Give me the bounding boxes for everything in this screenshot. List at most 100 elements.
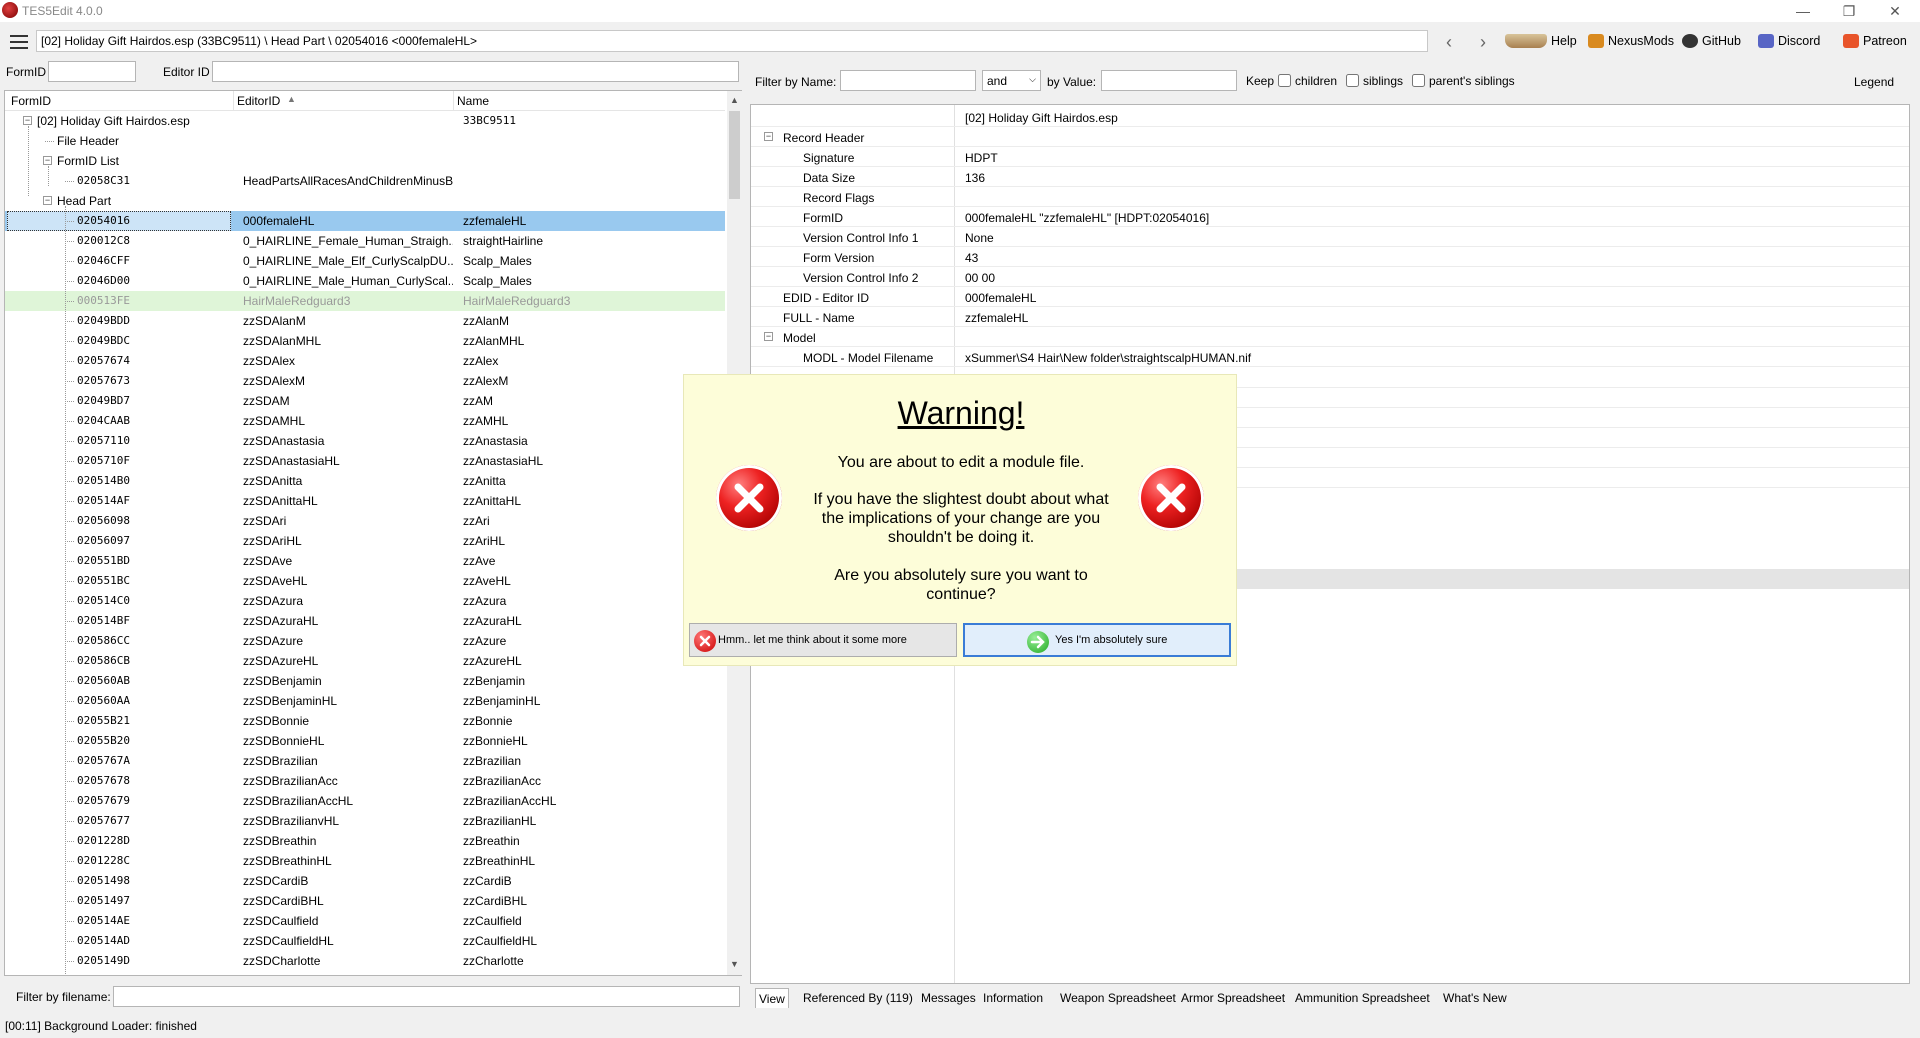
forward-arrow-icon[interactable]: › [1473,32,1493,53]
close-button[interactable]: ✕ [1872,0,1918,22]
tree-row[interactable]: 020514AF zzSDAnittaHL zzAnittaHL [5,491,725,511]
tree-row[interactable]: 020586CB zzSDAzureHL zzAzureHL [5,651,725,671]
column-divider[interactable] [233,91,234,111]
tree-row[interactable]: 02057679 zzSDBrazilianAccHL zzBrazilianAcc… [5,791,725,811]
and-or-select[interactable]: and ⌵ [982,70,1041,91]
children-checkbox[interactable] [1278,74,1291,87]
tree-row[interactable]: File Header [5,131,725,151]
tree-row[interactable]: 02057678 zzSDBrazilianAcc zzBrazilianAcc [5,771,725,791]
tree-row[interactable]: 0205710F zzSDAnastasiaHL zzAnastasiaHL [5,451,725,471]
cancel-button[interactable]: Hmm.. let me think about it some more [689,623,957,657]
tree-row[interactable]: 02056097 zzSDAriHL zzAriHL [5,531,725,551]
hamburger-menu-icon[interactable] [10,35,28,49]
tree-row[interactable]: 020012C8 0_HAIRLINE_Female_Human_Straigh.… [5,231,725,251]
restore-button[interactable]: ❐ [1826,0,1872,22]
tree-row[interactable]: 02046D00 0_HAIRLINE_Male_Human_CurlyScal.… [5,271,725,291]
tree-row-selected[interactable]: 02054016 000femaleHL zzfemaleHL [5,211,725,231]
tree-row[interactable]: 0201228C zzSDBreathinHL zzBreathinHL [5,851,725,871]
detail-row[interactable]: FULL - Name zzfemaleHL [751,307,1909,327]
tree-row[interactable]: 0201228D zzSDBreathin zzBreathin [5,831,725,851]
tree-row[interactable]: 02051498 zzSDCardiB zzCardiB [5,871,725,891]
scroll-down-icon[interactable]: ▼ [730,959,739,969]
detail-row[interactable]: − Record Header [751,127,1909,147]
tree-row[interactable]: 0204CAAB zzSDAMHL zzAMHL [5,411,725,431]
tree-row[interactable]: 020560AA zzSDBenjaminHL zzBenjaminHL [5,691,725,711]
siblings-checkbox[interactable] [1346,74,1359,87]
tree-row[interactable]: 02055B21 zzSDBonnie zzBonnie [5,711,725,731]
collapse-toggle-icon[interactable]: − [23,116,32,125]
tree-row[interactable]: 020514C0 zzSDAzura zzAzura [5,591,725,611]
tree-row[interactable]: 020514AE zzSDCaulfield zzCaulfield [5,911,725,931]
tree-row[interactable]: 02057677 zzSDBrazilianvHL zzBrazilianHL [5,811,725,831]
detail-row[interactable]: Data Size 136 [751,167,1909,187]
tab-information[interactable]: Information [980,988,1046,1008]
record-tree[interactable]: FormID EditorID ▲ Name [02] Holiday Gift… [4,90,742,976]
tab-what-s-new[interactable]: What's New [1440,988,1510,1008]
editorid-input[interactable] [212,61,739,82]
collapse-toggle-icon[interactable]: − [764,332,773,341]
detail-row[interactable]: Version Control Info 2 00 00 [751,267,1909,287]
tree-row[interactable]: 0205767A zzSDBrazilian zzBrazilian [5,751,725,771]
tab-referenced-by-119[interactable]: Referenced By (119) [800,988,916,1008]
scroll-up-icon[interactable]: ▲ [730,95,739,105]
tree-row[interactable]: 020560AB zzSDBenjamin zzBenjamin [5,671,725,691]
back-arrow-icon[interactable]: ‹ [1439,32,1459,53]
tree-row[interactable]: 020586CC zzSDAzure zzAzure [5,631,725,651]
tree-row[interactable]: 02057110 zzSDAnastasia zzAnastasia [5,431,725,451]
tab-armor-spreadsheet[interactable]: Armor Spreadsheet [1178,988,1288,1008]
filter-value-input[interactable] [1101,70,1237,91]
detail-row[interactable]: − Model [751,327,1909,347]
tree-row[interactable]: 02049BDD zzSDAlanM zzAlanM [5,311,725,331]
tree-row[interactable]: 02046CFF 0_HAIRLINE_Male_Elf_CurlyScalpDU… [5,251,725,271]
column-formid[interactable]: FormID [11,94,51,108]
tree-row[interactable]: Head Part − [5,191,725,211]
detail-row[interactable]: Record Flags [751,187,1909,207]
scrollbar-thumb[interactable] [729,111,740,199]
detail-row[interactable]: Signature HDPT [751,147,1909,167]
minimize-button[interactable]: — [1780,0,1826,22]
patreon-button[interactable]: Patreon [1843,34,1907,48]
parents-siblings-checkbox[interactable] [1412,74,1425,87]
tree-row[interactable]: 0205149D zzSDCharlotte zzCharlotte [5,951,725,971]
collapse-toggle-icon[interactable]: − [764,132,773,141]
formid-input[interactable] [48,61,136,82]
filter-name-input[interactable] [840,70,976,91]
nexusmods-button[interactable]: NexusMods [1588,34,1674,48]
column-editorid[interactable]: EditorID [237,94,280,108]
tab-weapon-spreadsheet[interactable]: Weapon Spreadsheet [1057,988,1179,1008]
tree-row[interactable]: 020514AD zzSDCaulfieldHL zzCaulfieldHL [5,931,725,951]
detail-row[interactable]: EDID - Editor ID 000femaleHL [751,287,1909,307]
tree-row[interactable]: 02057673 zzSDAlexM zzAlexM [5,371,725,391]
filter-filename-input[interactable] [113,986,740,1007]
detail-row[interactable]: Version Control Info 1 None [751,227,1909,247]
detail-row[interactable]: FormID 000femaleHL "zzfemaleHL" [HDPT:020… [751,207,1909,227]
legend-button[interactable]: Legend [1854,75,1894,89]
tree-row[interactable]: 000513FE HairMaleRedguard3 HairMaleRedguar… [5,291,725,311]
github-button[interactable]: GitHub [1682,34,1741,48]
tree-row[interactable]: 020551BD zzSDAve zzAve [5,551,725,571]
tree-row[interactable]: FormID List − [5,151,725,171]
tree-row[interactable]: 02056098 zzSDAri zzAri [5,511,725,531]
discord-button[interactable]: Discord [1758,34,1820,48]
tree-row[interactable]: 020551BC zzSDAveHL zzAveHL [5,571,725,591]
collapse-toggle-icon[interactable]: − [43,196,52,205]
column-name[interactable]: Name [457,94,489,108]
detail-row[interactable]: Form Version 43 [751,247,1909,267]
tree-row[interactable]: 02049BDC zzSDAlanMHL zzAlanMHL [5,331,725,351]
tree-row[interactable]: 020514BF zzSDAzuraHL zzAzuraHL [5,611,725,631]
tab-messages[interactable]: Messages [918,988,979,1008]
tree-row[interactable]: 02049BD7 zzSDAM zzAM [5,391,725,411]
column-divider[interactable] [453,91,454,111]
tree-row[interactable]: 020514B0 zzSDAnitta zzAnitta [5,471,725,491]
tab-view[interactable]: View [755,988,789,1008]
tree-row[interactable]: 02057674 zzSDAlex zzAlex [5,351,725,371]
tree-row[interactable]: 02055B20 zzSDBonnieHL zzBonnieHL [5,731,725,751]
tree-row[interactable]: [02] Holiday Gift Hairdos.esp − 33BC9511 [5,111,725,131]
tab-ammunition-spreadsheet[interactable]: Ammunition Spreadsheet [1292,988,1433,1008]
tree-row[interactable]: 02051497 zzSDCardiBHL zzCardiBHL [5,891,725,911]
help-button[interactable]: Help [1505,34,1577,48]
tree-row[interactable]: 02058C31 HeadPartsAllRacesAndChildrenMinu… [5,171,725,191]
collapse-toggle-icon[interactable]: − [43,156,52,165]
detail-row[interactable]: MODL - Model Filename xSummer\S4 Hair\New… [751,347,1909,367]
confirm-button[interactable]: Yes I'm absolutely sure [963,623,1231,657]
